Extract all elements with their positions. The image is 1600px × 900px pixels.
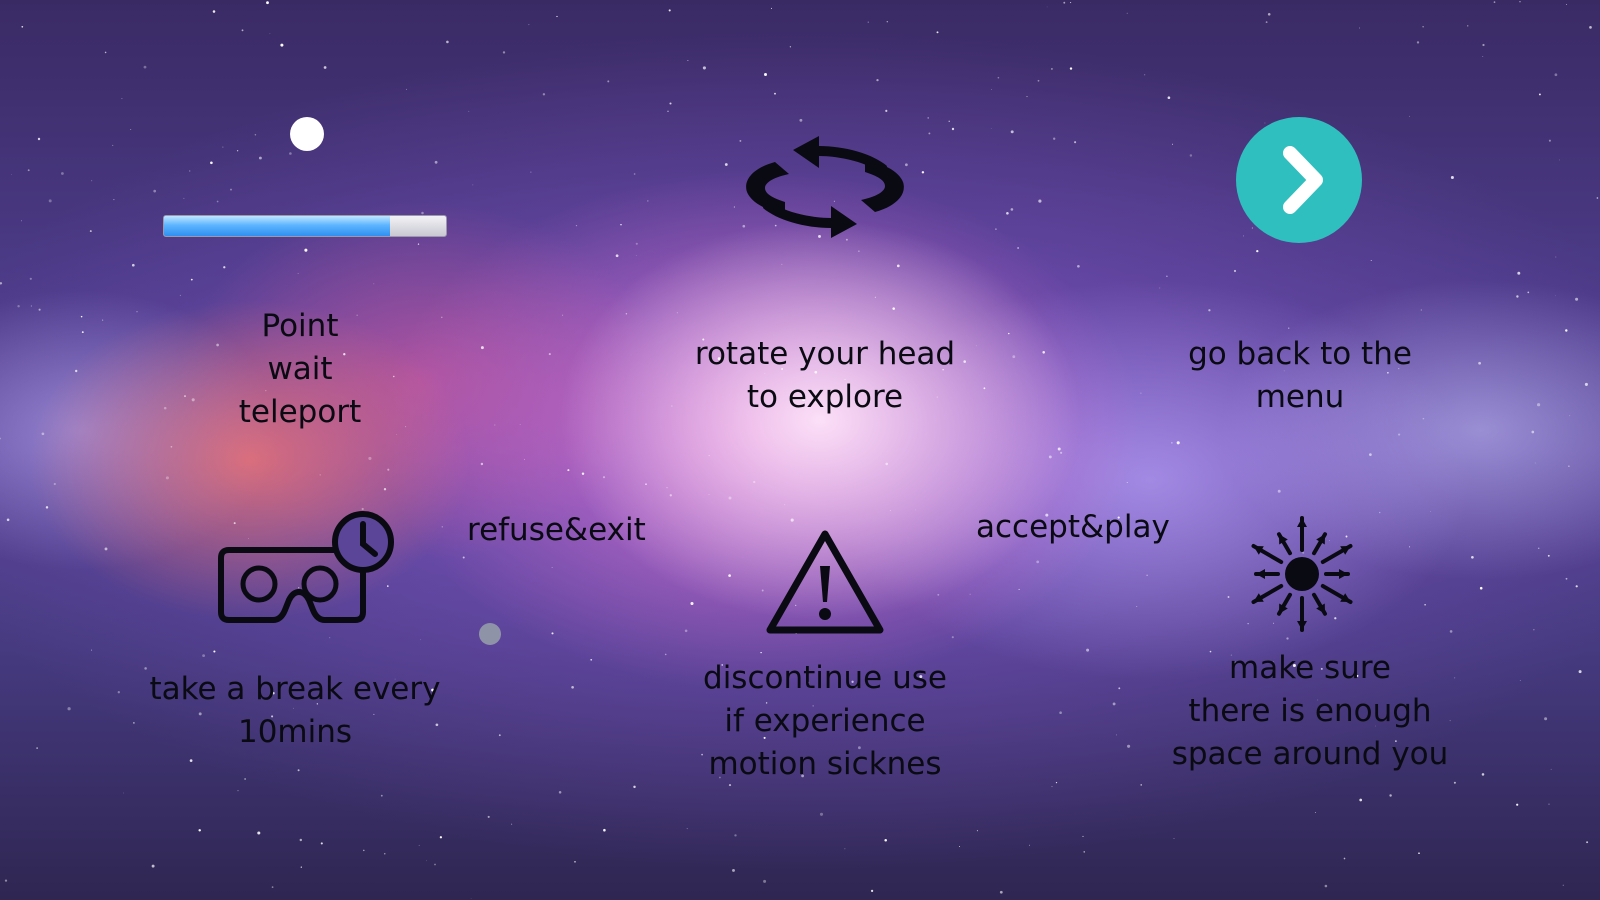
warning-triangle-icon xyxy=(766,530,884,634)
refuse-exit-button[interactable]: refuse&exit xyxy=(467,510,646,550)
white-dot-icon xyxy=(290,117,324,151)
break-instruction-label: take a break every 10mins xyxy=(149,671,441,750)
rotate-arrows-icon xyxy=(746,136,904,238)
warning-instruction-label: discontinue use if experience motion sic… xyxy=(703,660,947,782)
vr-headset-clock-icon xyxy=(218,511,394,623)
accept-play-button[interactable]: accept&play xyxy=(976,507,1170,547)
menu-button[interactable] xyxy=(1236,117,1362,243)
teleport-instruction-label: Point wait teleport xyxy=(238,308,362,430)
teleport-progress-fill xyxy=(164,216,390,236)
menu-instruction-label: go back to the menu xyxy=(1188,336,1412,415)
chevron-right-icon xyxy=(1283,146,1323,214)
rotate-instruction-label: rotate your head to explore xyxy=(694,336,956,415)
teleport-progress-bar xyxy=(163,215,447,237)
space-around-arrows-icon xyxy=(1251,516,1353,632)
space-instruction-label: make sure there is enough space around y… xyxy=(1171,650,1449,772)
